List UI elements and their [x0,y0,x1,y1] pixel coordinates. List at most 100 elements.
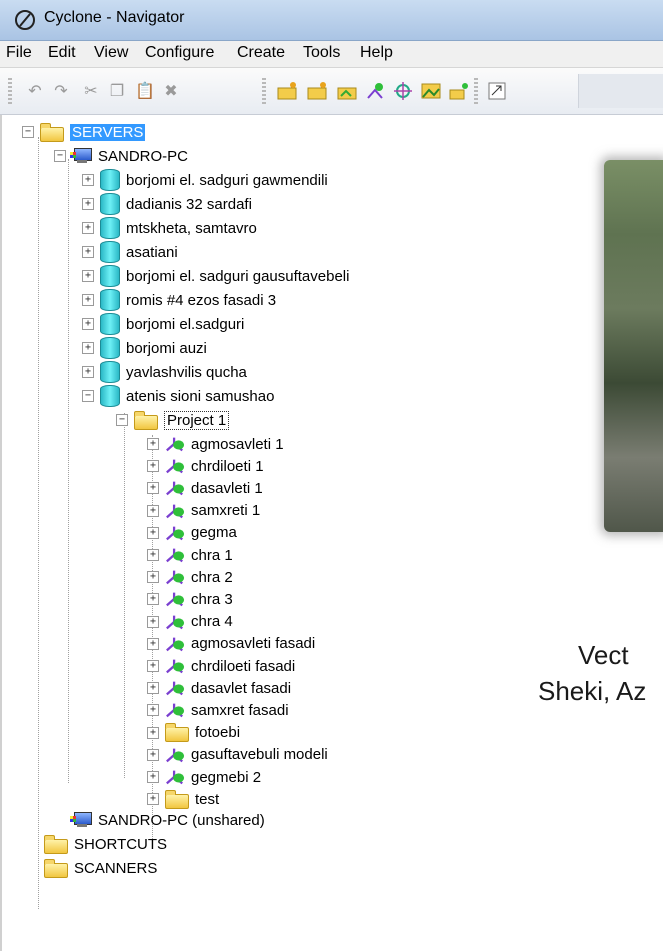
expand-toggle[interactable]: + [147,460,159,473]
collapse-toggle[interactable]: − [116,414,128,426]
expand-toggle[interactable]: + [82,366,94,378]
expand-toggle[interactable]: + [82,342,94,354]
node-label: borjomi el. sadguri gausuftavebeli [126,267,350,285]
database-icon [100,265,120,287]
tree-node-project[interactable]: − Project 1 [116,409,230,431]
tree-node-scan[interactable]: + gegma [147,522,237,544]
menu-create[interactable]: Create [237,44,285,62]
scan-world-icon [166,659,185,674]
properties-icon[interactable] [486,80,508,102]
menu-edit[interactable]: Edit [48,44,76,62]
copy-icon[interactable]: ❐ [106,80,128,102]
tree-node-scan[interactable]: + chrdiloeti fasadi [147,655,295,677]
expand-toggle[interactable]: + [147,571,159,584]
expand-toggle[interactable]: − [82,390,94,402]
new-folder-icon[interactable] [276,80,298,102]
folder-icon [44,834,68,854]
tree-node-scan[interactable]: + chrdiloeti 1 [147,455,264,477]
expand-toggle[interactable]: + [147,615,159,628]
tree-node-scan[interactable]: + chra 3 [147,588,233,610]
tree-node-shortcuts[interactable]: SHORTCUTS [44,833,167,855]
tree-node-database[interactable]: + borjomi el.sadguri [82,313,244,335]
tree-node-database[interactable]: + yavlashvilis qucha [82,361,247,383]
expand-toggle[interactable]: + [147,748,159,761]
expand-toggle[interactable]: + [147,660,159,672]
node-label: samxreti 1 [191,502,261,520]
expand-toggle[interactable]: + [147,504,159,517]
title-bar: Cyclone - Navigator [0,0,663,41]
tree-node-scan[interactable]: + samxret fasadi [147,699,289,721]
expand-toggle[interactable]: + [147,482,159,495]
tree-node-scan[interactable]: + samxreti 1 [147,500,260,522]
collapse-toggle[interactable]: − [54,150,66,162]
tree-node-database[interactable]: + borjomi auzi [82,337,207,359]
expand-toggle[interactable]: + [147,593,159,606]
tree-node-host[interactable]: − SANDRO-PC [54,145,188,167]
tree-node-database[interactable]: + mtskheta, samtavro [82,217,257,239]
new-target-icon[interactable] [392,80,414,102]
expand-toggle[interactable]: + [147,637,159,650]
expand-toggle[interactable]: + [147,793,159,806]
expand-toggle[interactable]: + [147,704,159,717]
menu-help[interactable]: Help [360,44,393,62]
expand-toggle[interactable]: + [147,438,159,450]
window-title: Cyclone - Navigator [44,9,185,26]
undo-icon[interactable]: ↶ [24,80,46,102]
expand-toggle[interactable]: + [147,682,159,695]
expand-toggle[interactable]: + [147,726,159,739]
expand-toggle[interactable]: + [82,198,94,210]
folder-icon [44,858,68,878]
database-icon [100,337,120,359]
tree-node-database[interactable]: + asatiani [82,241,178,263]
expand-toggle[interactable]: + [82,318,94,330]
expand-toggle[interactable]: + [147,526,159,539]
expand-toggle[interactable]: + [82,294,94,306]
tree-node-host-unshared[interactable]: SANDRO-PC (unshared) [70,809,265,831]
tree-node-scan[interactable]: + chra 4 [147,611,233,633]
toolbar: ↶ ↷ ✂ ❐ 📋 ✖ [0,68,663,115]
menu-file[interactable]: File [6,44,32,62]
tree-node-database[interactable]: − atenis sioni samushao [82,385,274,407]
tree-node-folder[interactable]: + fotoebi [147,722,240,744]
cut-icon[interactable]: ✂ [80,80,102,102]
redo-icon[interactable]: ↷ [50,80,72,102]
tree-node-scan[interactable]: + gegmebi 2 [147,766,261,788]
tree-node-scanners[interactable]: SCANNERS [44,857,157,879]
tree-node-scan[interactable]: + agmosavleti 1 [147,433,284,455]
expand-toggle[interactable]: + [82,174,94,186]
scan-world-icon [166,437,185,452]
new-folder-3-icon[interactable] [336,80,358,102]
tree-node-database[interactable]: + borjomi el. sadguri gawmendili [82,169,328,191]
menu-tools[interactable]: Tools [303,44,340,62]
tree-node-scan[interactable]: + chra 2 [147,566,233,588]
tree-node-database[interactable]: + dadianis 32 sardafi [82,193,252,215]
paste-icon[interactable]: 📋 [134,80,156,102]
new-image-icon[interactable] [420,80,442,102]
expand-toggle[interactable]: + [82,270,94,282]
expand-toggle[interactable]: + [147,771,159,783]
expand-toggle[interactable]: + [82,222,94,234]
tree-node-scan[interactable]: + gasuftavebuli modeli [147,744,328,766]
new-item-icon[interactable] [448,80,470,102]
tree-node-scan[interactable]: + dasavleti 1 [147,477,263,499]
new-scan-icon[interactable] [364,80,386,102]
node-label: gegmebi 2 [191,768,262,786]
menu-bar: File Edit View Configure Create Tools He… [0,41,663,68]
new-folder-2-icon[interactable] [306,80,328,102]
expand-toggle[interactable]: + [147,549,159,561]
tree-node-scan[interactable]: + dasavlet fasadi [147,677,291,699]
node-label: SERVERS [70,123,146,141]
tree-node-servers[interactable]: − SERVERS [22,121,146,143]
menu-view[interactable]: View [94,44,128,62]
tree-node-scan[interactable]: + chra 1 [147,544,233,566]
delete-icon[interactable]: ✖ [160,80,182,102]
tree-node-scan[interactable]: + agmosavleti fasadi [147,633,315,655]
collapse-toggle[interactable]: − [22,126,34,138]
tree-node-database[interactable]: + romis #4 ezos fasadi 3 [82,289,276,311]
node-label: gasuftavebuli modeli [191,746,328,764]
menu-configure[interactable]: Configure [145,44,214,62]
scan-world-icon [166,548,185,563]
tree-node-folder[interactable]: + test [147,788,219,810]
expand-toggle[interactable]: + [82,246,94,258]
tree-node-database[interactable]: + borjomi el. sadguri gausuftavebeli [82,265,349,287]
